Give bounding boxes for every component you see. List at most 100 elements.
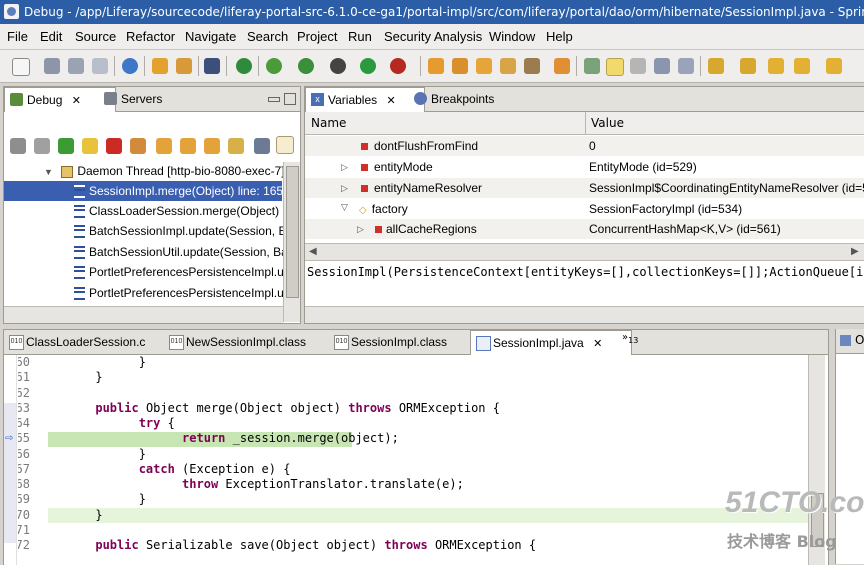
table-row[interactable]: ▷ entityNameResolver SessionImpl$Coordin…: [305, 178, 864, 198]
highlight-icon[interactable]: [606, 58, 624, 76]
tab-servers[interactable]: Servers: [99, 87, 191, 111]
expand-arrow-icon[interactable]: ▷: [341, 163, 348, 173]
menu-project[interactable]: Project: [297, 29, 337, 44]
last-edit-icon[interactable]: [768, 58, 784, 74]
code-line[interactable]: public Serializable save(Object object) …: [52, 538, 536, 553]
new-icon[interactable]: [12, 58, 30, 76]
stack-frame-row[interactable]: ClassLoaderSession.merge(Object) li: [74, 201, 288, 221]
table-row[interactable]: ▷ entityMode EntityMode (id=529): [305, 157, 864, 177]
editor-scrollbar[interactable]: [808, 355, 825, 565]
menu-file[interactable]: File: [7, 29, 28, 44]
search-icon[interactable]: [554, 58, 570, 74]
use-step-filters-icon[interactable]: [254, 138, 270, 154]
next-annotation-icon[interactable]: [708, 58, 724, 74]
scrollbar-thumb[interactable]: [811, 493, 824, 547]
tc-server-icon[interactable]: [266, 58, 282, 74]
menu-search[interactable]: Search: [247, 29, 288, 44]
remove-all-terminated-icon[interactable]: [34, 138, 50, 154]
open-type-icon[interactable]: [152, 58, 168, 74]
menu-edit[interactable]: Edit: [40, 29, 62, 44]
suspend-icon[interactable]: [82, 138, 98, 154]
code-line[interactable]: }: [52, 492, 146, 507]
tab-breakpoints[interactable]: Breakpoints: [409, 87, 523, 111]
maximize-icon[interactable]: [284, 93, 296, 105]
code-line[interactable]: throw ExceptionTranslator.translate(e);: [52, 477, 464, 492]
code-line[interactable]: }: [52, 508, 102, 523]
code-line[interactable]: try {: [52, 416, 175, 431]
tab-newsessionimpl[interactable]: 010 NewSessionImpl.class: [164, 330, 336, 354]
debug-run-icon[interactable]: [298, 58, 314, 74]
drop-to-frame-icon[interactable]: [228, 138, 244, 154]
code-line[interactable]: }: [52, 355, 146, 370]
debug-hscrollbar[interactable]: [4, 306, 283, 323]
expand-arrow-icon[interactable]: ▷: [341, 184, 348, 194]
external-tools-icon[interactable]: [390, 58, 406, 74]
menu-security-analysis[interactable]: Security Analysis: [384, 29, 482, 44]
previous-annotation-icon[interactable]: [740, 58, 756, 74]
variables-hscrollbar[interactable]: ◀ ▶: [305, 243, 864, 261]
step-into-icon[interactable]: [156, 138, 172, 154]
stack-frame-row[interactable]: PortletPreferencesPersistenceImpl.up: [74, 283, 290, 303]
block-select-icon[interactable]: [654, 58, 670, 74]
stack-frame-row[interactable]: BatchSessionImpl.update(Session, B: [74, 221, 286, 241]
scroll-right-icon[interactable]: ▶: [851, 246, 859, 257]
paragraph-icon[interactable]: [678, 58, 694, 74]
back-icon[interactable]: [794, 58, 810, 74]
column-name[interactable]: Name: [311, 116, 346, 130]
step-return-icon[interactable]: [204, 138, 220, 154]
menu-source[interactable]: Source: [75, 29, 116, 44]
tab-sessionimpl-class[interactable]: 010 SessionImpl.class: [329, 330, 491, 354]
pen-icon[interactable]: [524, 58, 540, 74]
terminate-icon[interactable]: [106, 138, 122, 154]
collapse-arrow-icon[interactable]: ▼: [44, 162, 54, 182]
menu-refactor[interactable]: Refactor: [126, 29, 175, 44]
stack-frame-row[interactable]: PortletPreferencesPersistenceImpl.up: [74, 262, 290, 282]
remove-terminated-icon[interactable]: [10, 138, 26, 154]
save-all-icon[interactable]: [68, 58, 84, 74]
outline-tab[interactable]: O: [836, 329, 864, 354]
table-row[interactable]: dontFlushFromFind 0: [305, 136, 864, 156]
tab-overflow-icon[interactable]: »13: [622, 332, 638, 345]
menu-help[interactable]: Help: [546, 29, 573, 44]
scroll-left-icon[interactable]: ◀: [309, 246, 317, 257]
run-icon[interactable]: [360, 58, 376, 74]
open-task-icon[interactable]: [176, 58, 192, 74]
spring-icon[interactable]: [236, 58, 252, 74]
debug-scrollbar[interactable]: [283, 162, 300, 322]
tab-sessionimpl-java[interactable]: SessionImpl.java ✕: [470, 330, 632, 355]
show-whitespace-icon[interactable]: [630, 58, 646, 74]
save-icon[interactable]: [44, 58, 60, 74]
code-area[interactable]: 160 } 161 } 162163 public Object merge(Obj…: [18, 355, 814, 565]
disconnect-icon[interactable]: [130, 138, 146, 154]
debug-view-menu-icon[interactable]: [276, 136, 294, 154]
refresh-icon[interactable]: [122, 58, 138, 74]
new-package-icon[interactable]: [428, 58, 444, 74]
column-value[interactable]: Value: [591, 116, 624, 130]
menu-window[interactable]: Window: [489, 29, 535, 44]
new-interface-icon[interactable]: [476, 58, 492, 74]
close-icon[interactable]: ✕: [386, 95, 395, 107]
minimize-icon[interactable]: [268, 97, 280, 102]
resume-icon[interactable]: [58, 138, 74, 154]
code-line[interactable]: return _session.merge(object);: [52, 431, 399, 446]
thread-row[interactable]: ▼ Daemon Thread [http-bio-8080-exec-7] (…: [44, 161, 300, 181]
expand-arrow-icon[interactable]: ▷: [357, 225, 364, 235]
table-row[interactable]: ▽ ◇ factory SessionFactoryImpl (id=534): [305, 199, 864, 219]
menu-navigate[interactable]: Navigate: [185, 29, 236, 44]
detail-pane[interactable]: SessionImpl(PersistenceContext[entityKey…: [307, 261, 863, 285]
tab-variables[interactable]: x Variables ✕: [305, 87, 425, 112]
collapse-arrow-icon[interactable]: ▽: [341, 203, 348, 213]
debug-icon[interactable]: [330, 58, 346, 74]
code-line[interactable]: catch (Exception e) {: [52, 462, 291, 477]
close-icon[interactable]: ✕: [593, 338, 602, 350]
tab-classloadersession[interactable]: 010 ClassLoaderSession.c: [4, 330, 178, 354]
stack-frame-row[interactable]: BatchSessionUtil.update(Session, Ba: [74, 242, 288, 262]
print-icon[interactable]: [92, 58, 108, 74]
code-line[interactable]: }: [52, 447, 146, 462]
step-over-icon[interactable]: [180, 138, 196, 154]
stack-frame-row[interactable]: SessionImpl.merge(Object) line: 165: [4, 181, 283, 201]
close-icon[interactable]: ✕: [72, 95, 81, 107]
code-line[interactable]: public Object merge(Object object) throw…: [52, 401, 500, 416]
server-icon[interactable]: [204, 58, 220, 74]
open-folder-icon[interactable]: [500, 58, 516, 74]
